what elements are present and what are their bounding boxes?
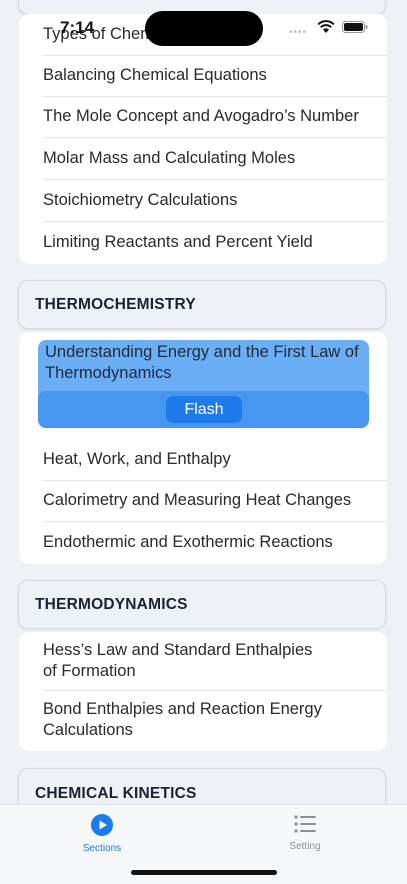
tab-sections[interactable]: Sections: [62, 813, 142, 854]
battery-icon: [342, 21, 368, 33]
signal-dots-icon: ••••: [289, 27, 308, 38]
list-item[interactable]: Limiting Reactants and Percent Yield: [43, 222, 387, 263]
section-title: THERMOCHEMISTRY: [35, 295, 196, 313]
list-item[interactable]: Bond Enthalpies and Reaction Energy Calcu…: [43, 691, 387, 749]
list-item[interactable]: Molar Mass and Calculating Moles: [43, 138, 387, 180]
list-item[interactable]: Balancing Chemical Equations: [43, 55, 387, 97]
list-item[interactable]: Calorimetry and Measuring Heat Changes: [43, 480, 387, 522]
list-item[interactable]: Heat, Work, and Enthalpy: [43, 439, 387, 481]
selected-item-label: Understanding Energy and the First Law o…: [45, 343, 359, 382]
section-list-thermodynamics: Hess’s Law and Standard Enthalpies of For…: [19, 632, 387, 751]
list-item[interactable]: The Mole Concept and Avogadro’s Number: [43, 96, 387, 138]
tab-label: Sections: [82, 843, 122, 854]
section-header-thermochemistry[interactable]: THERMOCHEMISTRY: [18, 280, 386, 329]
dynamic-island: [145, 11, 263, 46]
home-indicator: [131, 870, 277, 875]
list-item[interactable]: Stoichiometry Calculations: [43, 180, 387, 222]
section-title: CHEMICAL KINETICS: [35, 785, 197, 802]
list-item[interactable]: Endothermic and Exothermic Reactions: [43, 522, 387, 563]
section-header-thermodynamics[interactable]: THERMODYNAMICS: [18, 580, 386, 629]
tab-setting[interactable]: Setting: [265, 813, 345, 852]
list-item[interactable]: Hess’s Law and Standard Enthalpies of For…: [43, 632, 387, 691]
status-bar: 7:14 ••••: [0, 0, 407, 52]
play-circle-icon: [91, 814, 113, 836]
selected-list-item[interactable]: Understanding Energy and the First Law o…: [38, 340, 369, 428]
list-icon: [294, 815, 316, 833]
status-time: 7:14: [60, 18, 95, 37]
action-bar: Flash: [38, 391, 369, 428]
section-title: THERMODYNAMICS: [35, 595, 188, 613]
wifi-icon: [317, 20, 335, 33]
tab-label: Setting: [289, 841, 321, 852]
flash-button[interactable]: Flash: [166, 396, 242, 423]
